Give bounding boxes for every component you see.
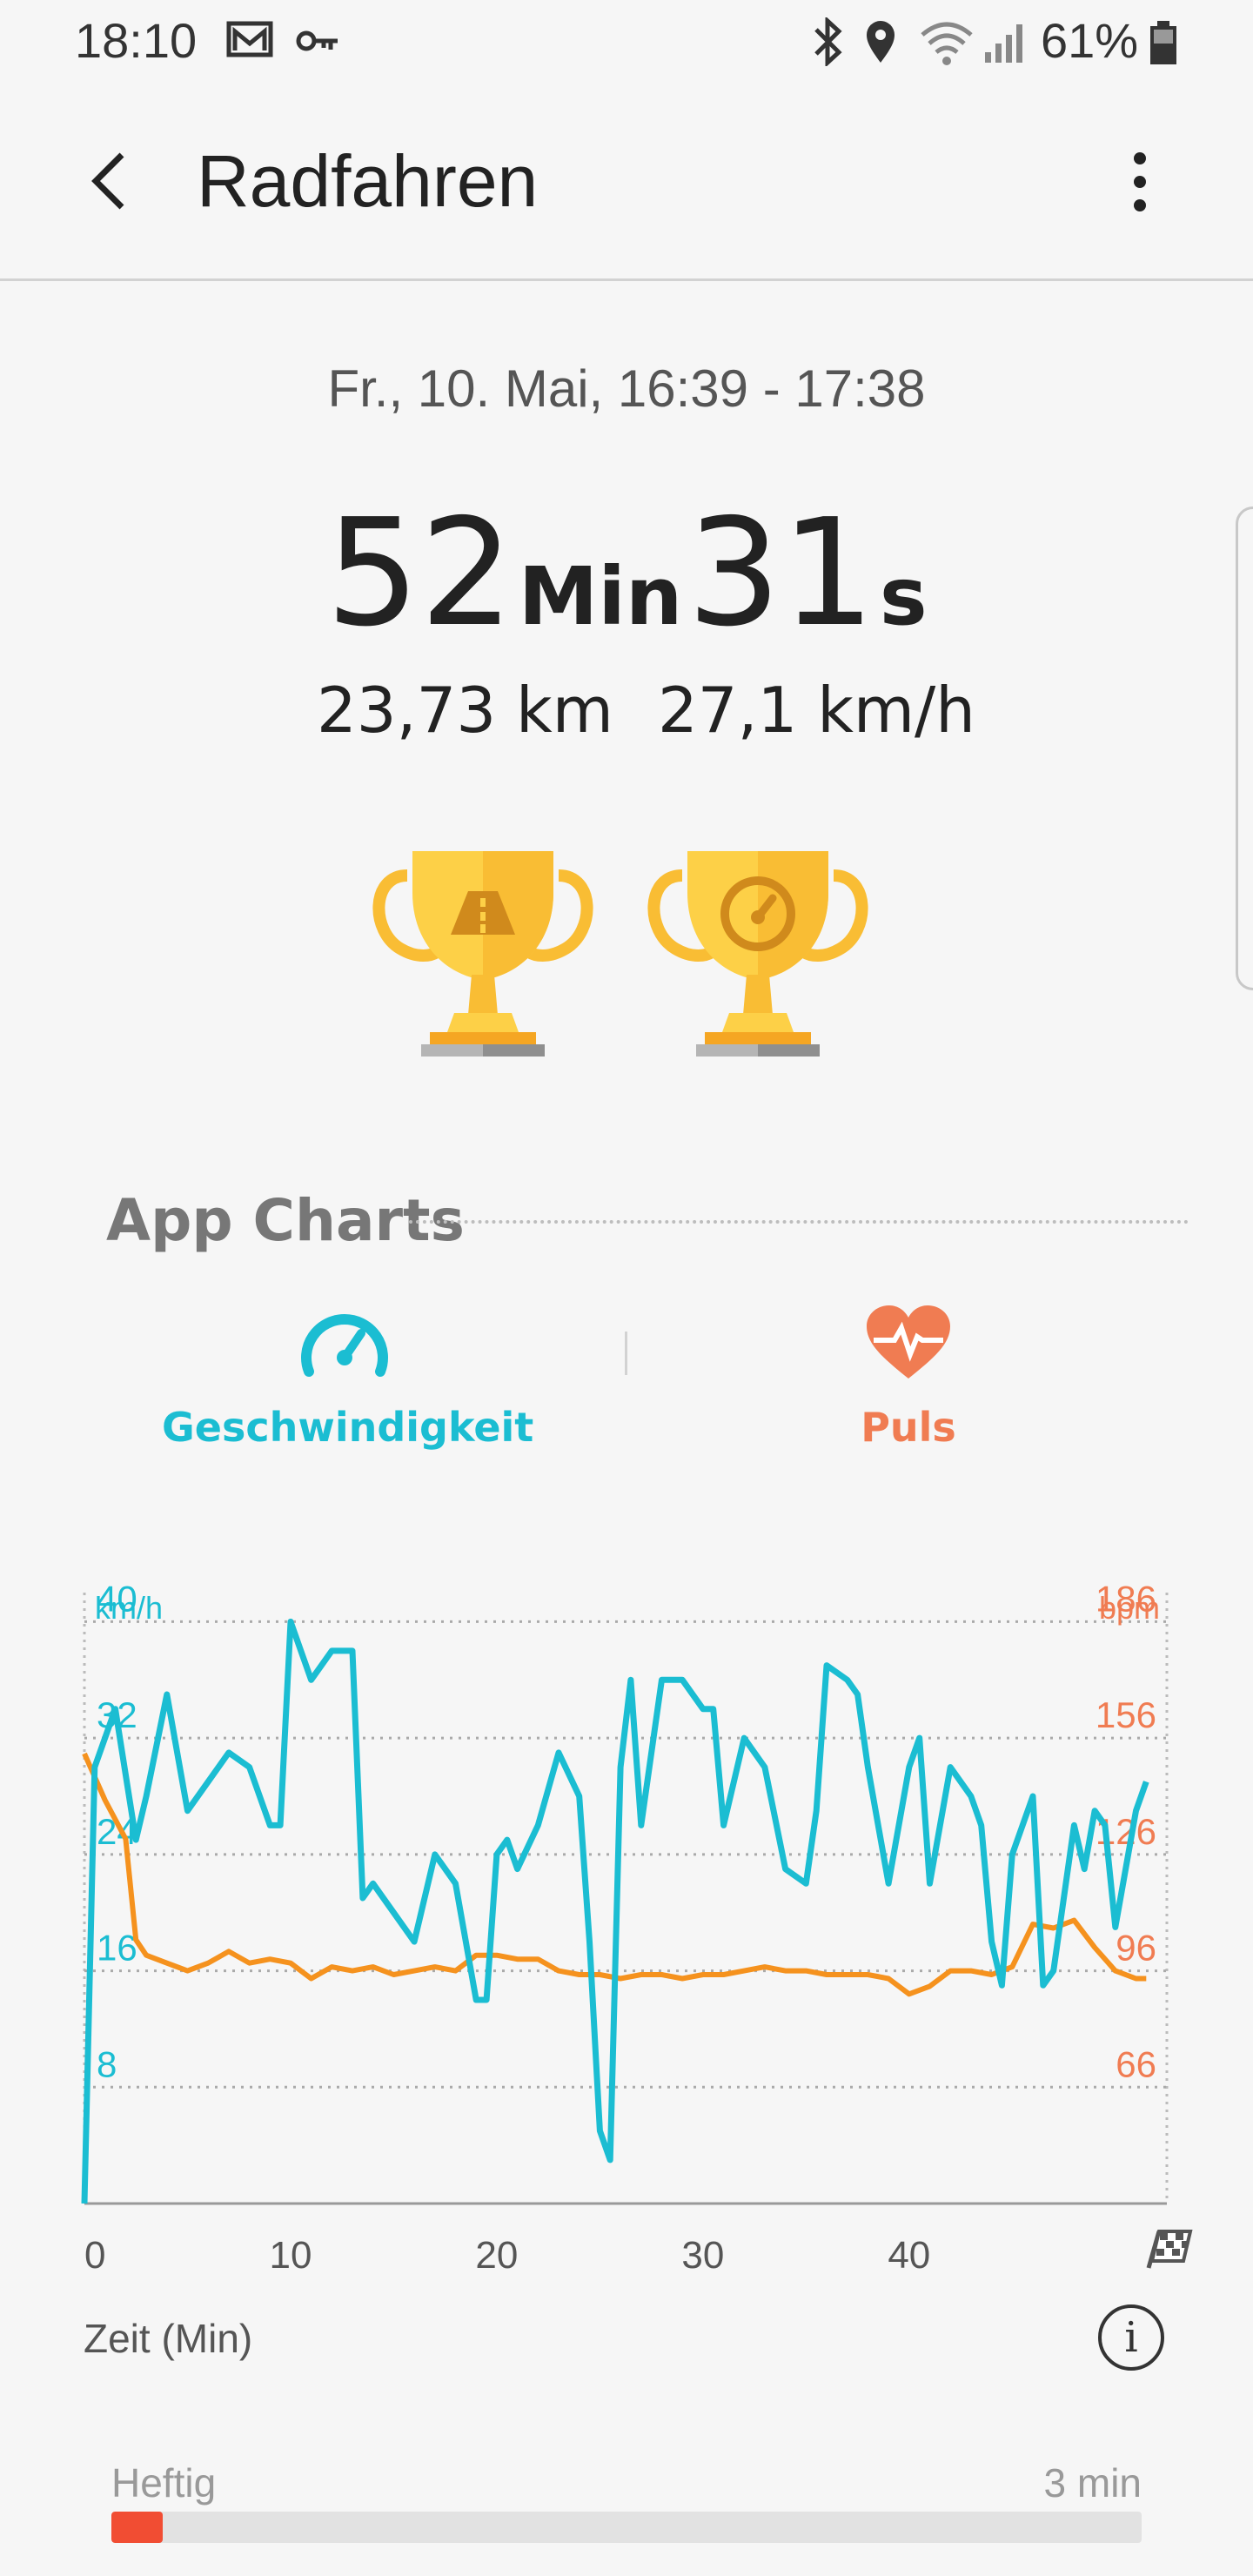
- duration-min-unit: Min: [518, 550, 683, 643]
- intensity-bar: [111, 2512, 1142, 2543]
- heart-icon: [867, 1305, 950, 1379]
- intensity-bar-fill: [111, 2512, 164, 2543]
- trophy-road-icon[interactable]: [365, 835, 600, 1070]
- key-icon: [296, 30, 338, 51]
- distance-value: 23,73 km: [317, 674, 613, 747]
- speed-series-line: [81, 1618, 1149, 2204]
- scroll-handle[interactable]: [1236, 506, 1253, 990]
- duration-sec-unit: s: [879, 550, 928, 643]
- y-right-unit: bpm: [1099, 1590, 1160, 1626]
- status-time: 18:10: [75, 13, 198, 68]
- bluetooth-icon: [814, 17, 842, 66]
- trophy-speedometer-icon[interactable]: [640, 835, 875, 1070]
- app-bar: [0, 84, 1253, 281]
- tab-speed-label: Geschwindigkeit: [162, 1404, 534, 1451]
- status-bar: 18:10 61%: [0, 0, 1253, 84]
- x-tick-label: 40: [888, 2234, 930, 2277]
- page-title: Radfahren: [197, 140, 539, 222]
- x-tick-label: 0: [84, 2234, 105, 2277]
- more-options-icon[interactable]: [1122, 150, 1157, 216]
- duration-minutes: 52: [325, 487, 514, 660]
- speedometer-icon: [301, 1314, 388, 1377]
- battery-percent: 61%: [1041, 13, 1139, 68]
- mail-icon: [226, 21, 273, 57]
- y-left-tick-label: 16: [97, 1928, 137, 1969]
- intensity-label: Heftig: [111, 2460, 217, 2506]
- signal-icon: [985, 24, 1022, 63]
- checkered-flag-icon: [1146, 2230, 1193, 2269]
- x-axis-label: Zeit (Min): [84, 2316, 253, 2361]
- tab-speed[interactable]: Geschwindigkeit: [162, 1305, 534, 1451]
- tab-pulse[interactable]: Puls: [726, 1305, 1091, 1451]
- intensity-value: 3 min: [1043, 2460, 1142, 2506]
- workout-duration: 52 Min 31 s: [0, 487, 1253, 660]
- location-icon: [867, 21, 895, 63]
- x-tick-label: 30: [681, 2234, 724, 2277]
- y-left-unit: km/h: [95, 1590, 163, 1626]
- x-tick-label: 20: [475, 2234, 518, 2277]
- workout-date: Fr., 10. Mai, 16:39 - 17:38: [327, 359, 926, 418]
- info-icon[interactable]: i: [1098, 2304, 1164, 2371]
- avg-speed-value: 27,1 km/h: [658, 674, 975, 747]
- tab-pulse-label: Puls: [861, 1404, 956, 1451]
- section-divider: [409, 1220, 1189, 1224]
- wifi-icon: [921, 22, 973, 65]
- y-right-tick-label: 156: [1096, 1694, 1156, 1735]
- battery-icon: [1150, 21, 1176, 64]
- back-arrow-icon[interactable]: [87, 150, 136, 212]
- duration-seconds: 31: [687, 487, 875, 660]
- tab-divider: [625, 1332, 627, 1375]
- y-right-tick-label: 96: [1116, 1928, 1156, 1969]
- y-left-tick-label: 8: [97, 2043, 117, 2084]
- x-tick-label: 10: [269, 2234, 312, 2277]
- y-right-tick-label: 66: [1116, 2043, 1156, 2084]
- speed-pulse-chart: 8 6616 9624 12632 15640 186km/h bpm0 10 20 30 40: [81, 1578, 1169, 2277]
